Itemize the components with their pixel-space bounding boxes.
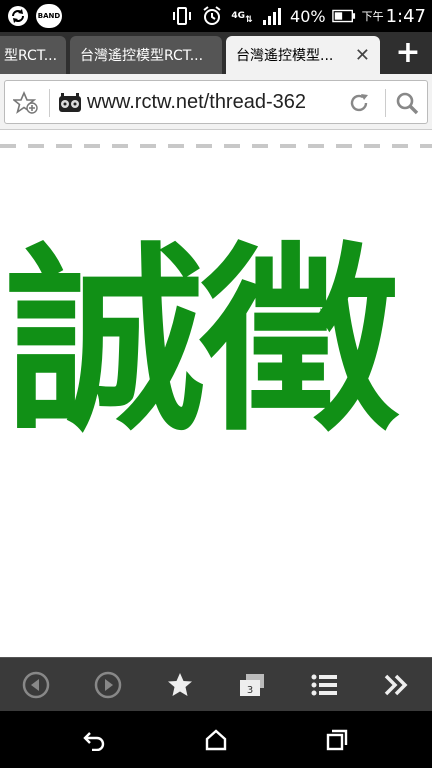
menu-list-icon[interactable] [308, 669, 340, 701]
tabs-overview-icon[interactable]: 3 [236, 669, 268, 701]
banner-heading: 誠徵 [6, 226, 400, 459]
url-text[interactable]: www.rctw.net/thread-362 [87, 91, 306, 114]
site-favicon-icon [57, 91, 83, 115]
tab-title: 型RCT... [4, 48, 58, 64]
status-bar: BAND 4G ⇅ 40% 下午 1:47 [0, 0, 432, 32]
browser-tab[interactable]: 台灣遙控模型RCT... [70, 36, 222, 74]
signal-icon [260, 4, 284, 28]
home-nav-icon[interactable] [201, 725, 231, 755]
back-nav-icon[interactable] [80, 725, 110, 755]
new-tab-button[interactable]: + [390, 38, 426, 70]
alarm-icon [200, 4, 224, 28]
more-options-icon[interactable] [380, 669, 412, 701]
reload-icon[interactable] [347, 91, 373, 115]
band-app-icon: BAND [36, 4, 62, 28]
close-tab-icon[interactable]: ✕ [355, 45, 370, 66]
vibrate-icon [170, 4, 194, 28]
recent-apps-icon[interactable] [322, 725, 352, 755]
browser-tab-active[interactable]: 台灣遙控模型... ✕ [226, 36, 380, 74]
back-icon[interactable] [20, 669, 52, 701]
bookmark-add-icon[interactable] [11, 90, 39, 115]
sync-icon [6, 4, 30, 28]
recruitment-banner[interactable]: 誠徵 [0, 188, 432, 518]
address-bar: www.rctw.net/thread-362 [0, 74, 432, 130]
tab-title: 台灣遙控模型RCT... [80, 48, 204, 64]
tab-count: 3 [247, 685, 253, 696]
divider [49, 89, 50, 117]
browser-toolbar: 3 [0, 657, 432, 711]
clock: 1:47 [385, 5, 426, 27]
battery-percent: 40% [290, 6, 326, 26]
search-icon[interactable] [395, 91, 421, 115]
web-content: 誠徵 [0, 130, 432, 657]
url-box[interactable]: www.rctw.net/thread-362 [4, 80, 428, 124]
divider [385, 89, 386, 117]
system-nav-bar [0, 711, 432, 768]
network-type-icon: 4G ⇅ [231, 10, 253, 25]
forward-icon[interactable] [92, 669, 124, 701]
bookmarks-star-icon[interactable] [164, 669, 196, 701]
time-period: 下午 [361, 10, 384, 23]
tab-title: 台灣遙控模型... [236, 48, 334, 64]
browser-tab[interactable]: 型RCT... [0, 36, 66, 74]
dashed-divider [0, 144, 432, 148]
battery-icon [331, 4, 356, 28]
tab-strip: 型RCT... 台灣遙控模型RCT... 台灣遙控模型... ✕ + [0, 32, 432, 74]
